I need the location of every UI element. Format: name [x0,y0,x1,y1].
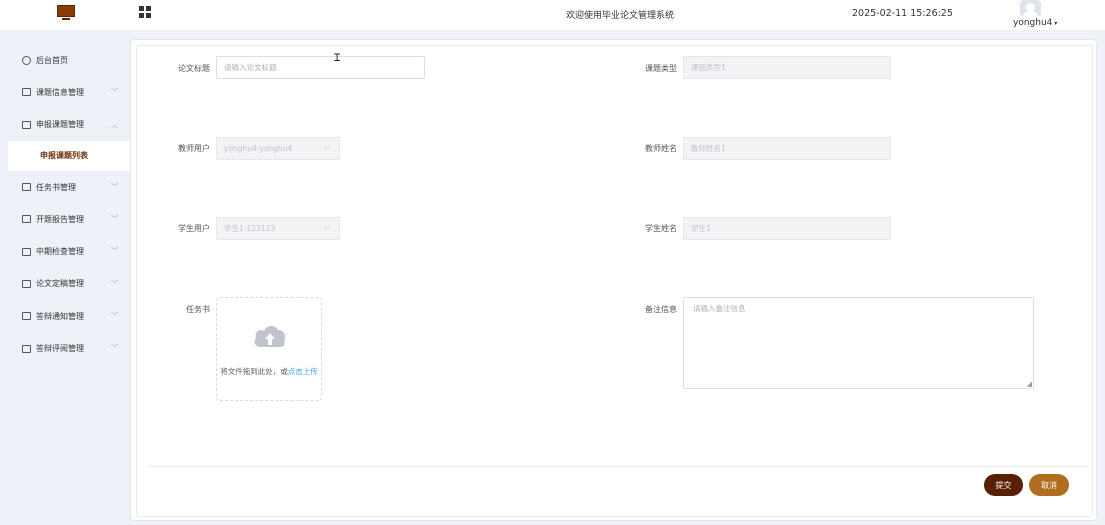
clock-icon [22,55,31,65]
chevron-down-icon: ﹀ [324,146,331,154]
task-book-upload[interactable]: 将文件拖到此处，或点击上传 [216,297,322,401]
datetime-display: 2025-02-11 15:26:25 [852,8,953,19]
student-user-select: 学生1-123123 ﹀ [216,217,340,240]
upload-link[interactable]: 点击上传 [288,367,318,376]
chevron-down-icon: ﹀ [111,247,118,256]
chevron-down-icon: ﹀ [111,88,118,97]
teacher-user-value: yonghu4-yonghu4 [224,144,293,153]
sidebar-item-label: 申报课题管理 [36,120,84,130]
remark-textarea[interactable]: 请输入备注信息 ◢ [683,297,1034,389]
upload-hint-text: 将文件拖到此处，或 [220,367,288,376]
sidebar-item-label: 任务书管理 [36,182,76,192]
chevron-down-icon: ﹀ [111,344,118,353]
menu-icon [22,312,31,321]
sidebar-item-opening-report[interactable]: 开题报告管理 ﹀ [0,203,130,235]
user-menu[interactable]: yonghu4 ▾ [1013,18,1057,28]
avatar[interactable] [1020,0,1041,17]
sidebar-item-topic-info[interactable]: 课题信息管理 ﹀ [0,76,130,108]
form-panel [136,45,1093,517]
topic-type-field: 课题类型1 [683,56,891,79]
menu-icon [22,215,31,224]
chevron-down-icon: ﹀ [111,279,118,288]
sidebar-subitem-declare-list[interactable]: 申报课题列表 [8,140,130,171]
chevron-down-icon: ﹀ [111,215,118,224]
chevron-down-icon: ﹀ [111,182,118,191]
chevron-down-icon: ▾ [1052,20,1058,27]
task-book-label: 任务书 [186,305,210,314]
sidebar-item-label: 论文定稿管理 [36,279,84,289]
sidebar-item-final-paper[interactable]: 论文定稿管理 ﹀ [0,268,130,300]
sidebar-item-label: 课题信息管理 [36,87,84,97]
system-title: 欢迎使用毕业论文管理系统 [565,11,674,21]
sidebar-item-label: 答辩通知管理 [36,311,84,321]
menu-icon [22,88,31,97]
teacher-user-select: yonghu4-yonghu4 ﹀ [216,137,340,160]
upload-cloud-icon [254,325,286,347]
resize-handle-icon[interactable]: ◢ [1027,380,1032,388]
grid-icon[interactable] [139,6,151,18]
teacher-name-label: 教师姓名 [645,144,677,153]
sidebar-item-label: 答辩评阅管理 [36,344,84,354]
upload-hint: 将文件拖到此处，或点击上传 [217,366,321,377]
submit-button[interactable]: 提交 [984,474,1023,496]
username-label: yonghu4 [1013,18,1053,28]
teacher-user-label: 教师用户 [178,144,210,153]
menu-icon [22,247,31,256]
chevron-up-icon: ︿ [111,120,118,129]
chevron-down-icon: ﹀ [324,226,331,234]
teacher-name-field: 教师姓名1 [683,137,891,160]
remark-placeholder: 请输入备注信息 [693,304,746,313]
top-bar: 欢迎使用毕业论文管理系统 2025-02-11 15:26:25 yonghu4… [0,0,1105,30]
topic-type-label: 课题类型 [645,64,677,73]
sidebar-item-home[interactable]: 后台首页 [0,44,130,76]
sidebar-item-label: 后台首页 [36,55,68,65]
sidebar-item-task-book[interactable]: 任务书管理 ﹀ [0,171,130,203]
sidebar-item-midterm-check[interactable]: 中期检查管理 ﹀ [0,235,130,267]
chevron-down-icon: ﹀ [111,312,118,321]
student-user-label: 学生用户 [178,224,210,233]
paper-title-label: 论文标题 [178,64,210,73]
student-user-value: 学生1-123123 [224,224,276,233]
sidebar-item-label: 中期检查管理 [36,247,84,257]
main-content [130,39,1097,521]
sidebar-item-label: 开题报告管理 [36,214,84,224]
menu-icon [22,183,31,192]
monitor-icon [57,5,75,21]
paper-title-input[interactable]: 请输入论文标题 [216,56,425,79]
sidebar-item-declare-topic[interactable]: 申报课题管理 ︿ [0,109,130,141]
student-name-field: 学生1 [683,217,891,240]
menu-icon [22,120,31,129]
divider [148,466,1088,467]
sidebar: 后台首页 课题信息管理 ﹀ 申报课题管理 ︿ 申报课题列表 任务书管理 ﹀ 开题… [0,44,130,365]
sidebar-item-defense-review[interactable]: 答辩评阅管理 ﹀ [0,332,130,364]
student-name-label: 学生姓名 [645,224,677,233]
cancel-button[interactable]: 取消 [1029,474,1069,496]
menu-icon [22,344,31,353]
text-cursor-icon: Ꮖ [334,53,341,64]
sidebar-item-defense-notice[interactable]: 答辩通知管理 ﹀ [0,300,130,332]
menu-icon [22,279,31,288]
remark-label: 备注信息 [645,305,677,314]
